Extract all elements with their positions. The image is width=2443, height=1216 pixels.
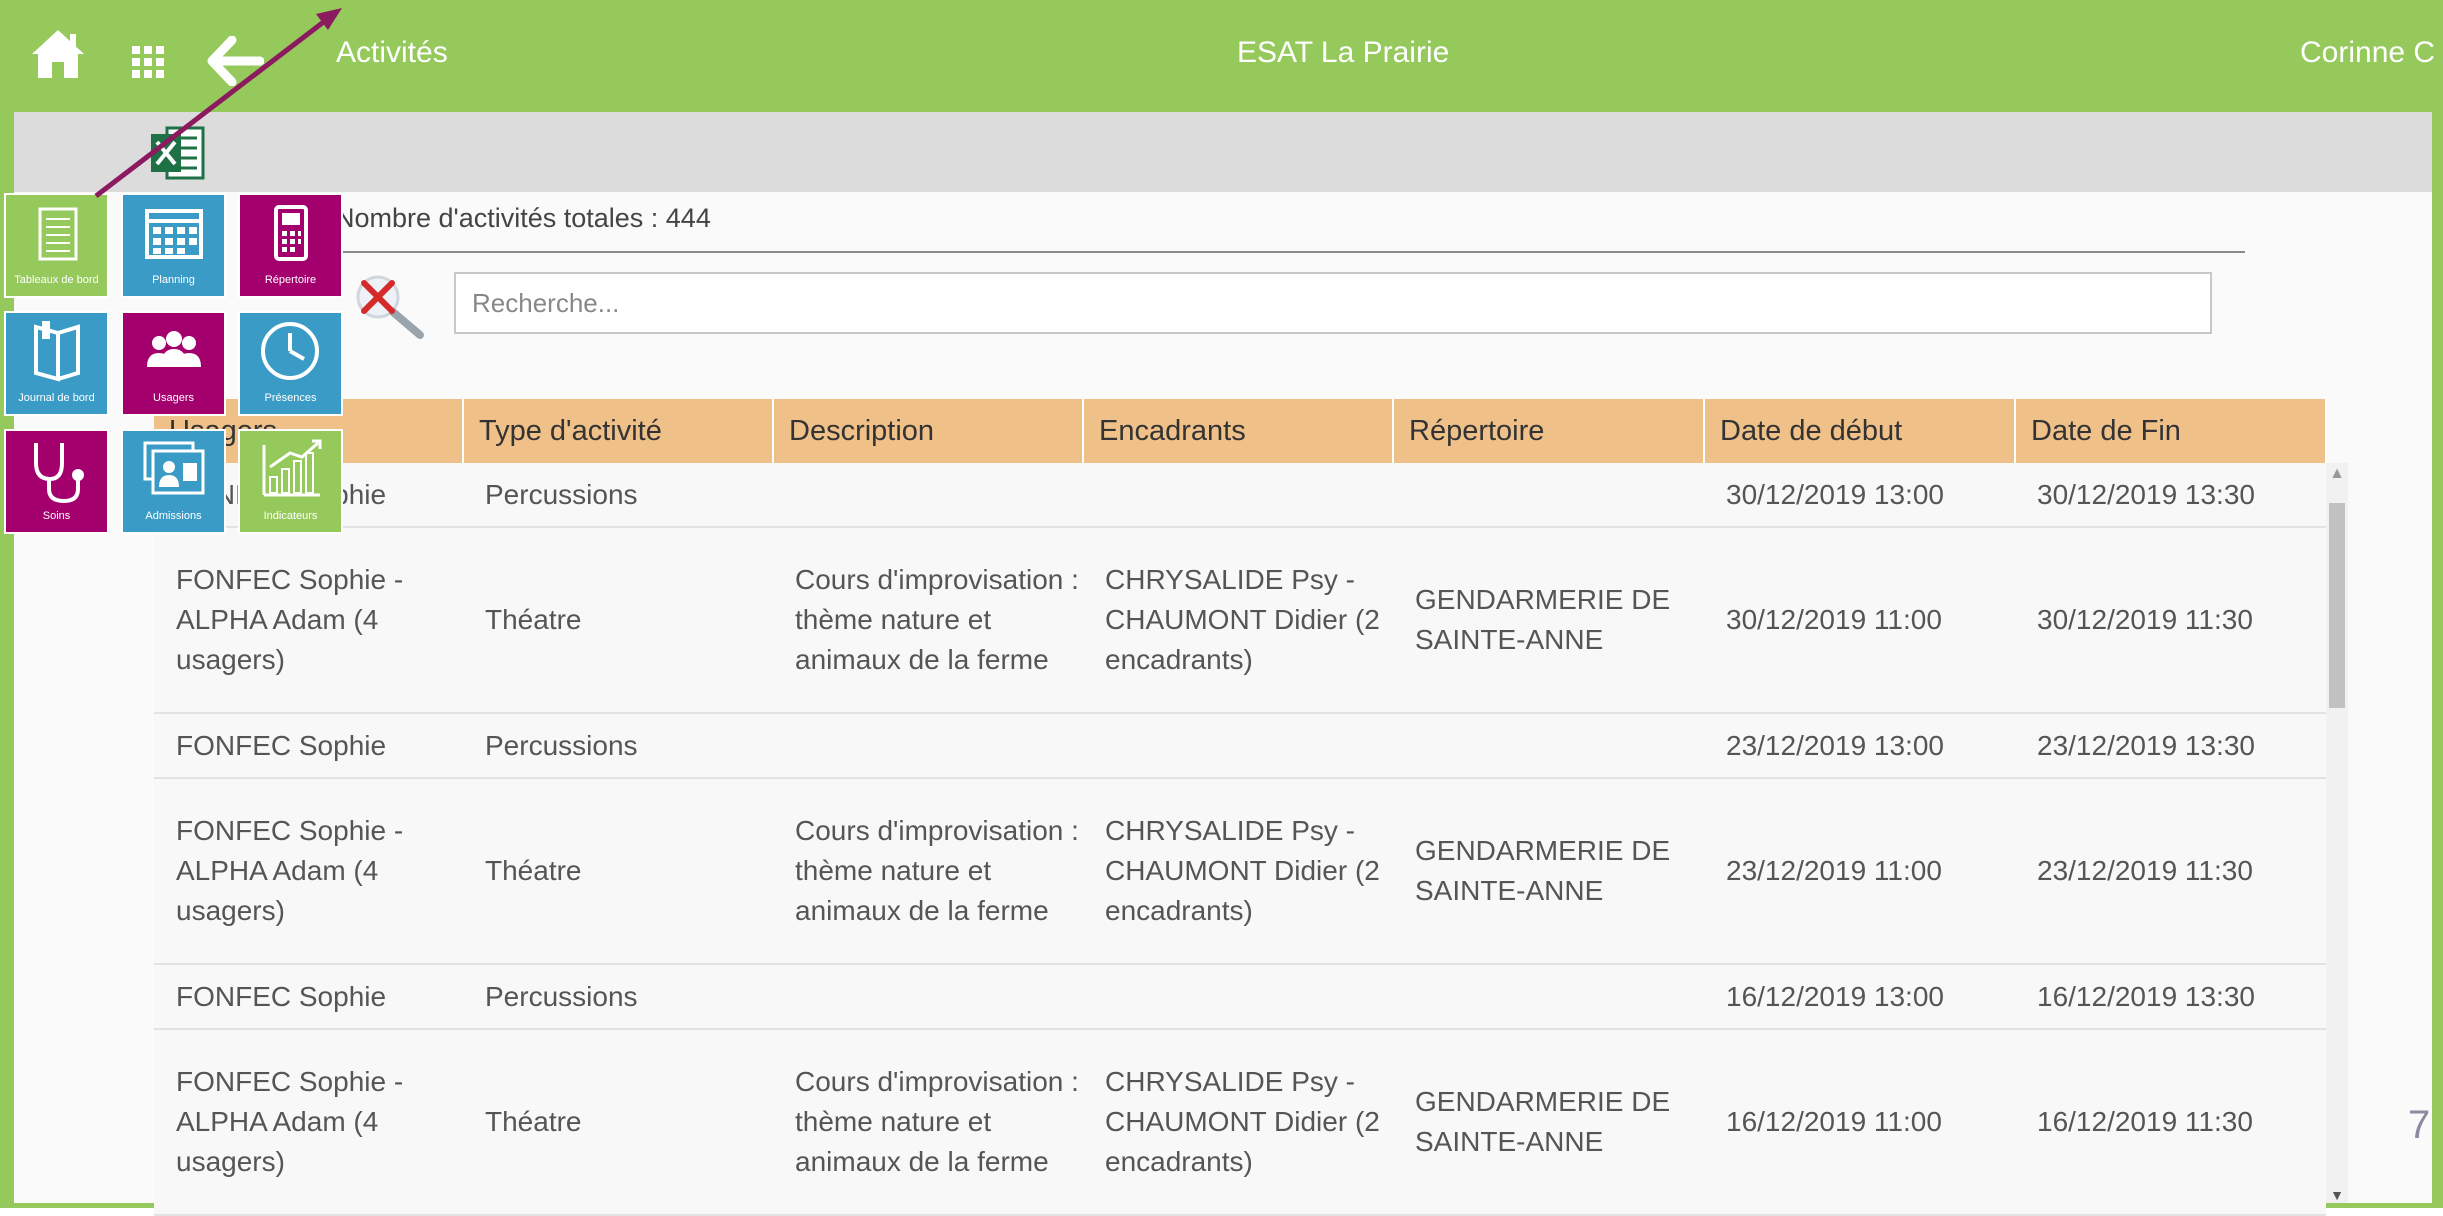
annotation-arrow (94, 8, 342, 198)
page-number: 7 (2408, 1103, 2431, 1147)
